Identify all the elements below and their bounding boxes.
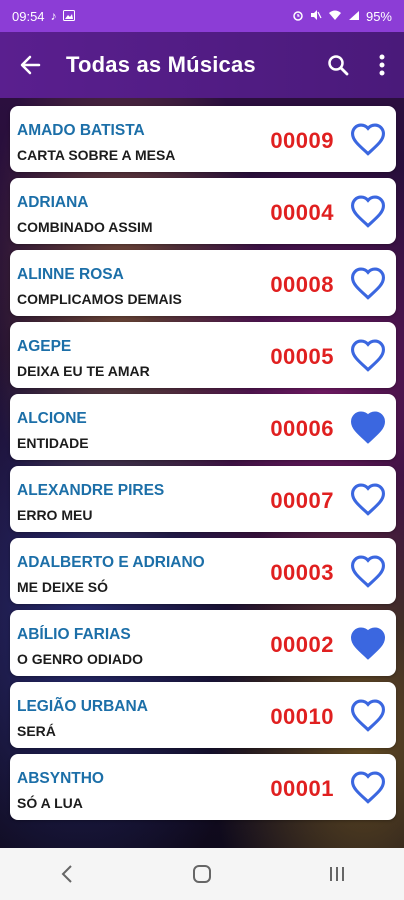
image-icon (62, 9, 75, 24)
back-button[interactable] (0, 32, 60, 98)
song-card[interactable]: ADRIANA COMBINADO ASSIM 00004 (10, 178, 396, 244)
song-artist: ABÍLIO FARIAS (17, 626, 131, 643)
back-arrow-icon (20, 55, 41, 75)
song-card[interactable]: ALCIONE ENTIDADE 00006 (10, 394, 396, 460)
favorite-button[interactable] (349, 192, 387, 230)
signal-icon (348, 9, 360, 24)
song-title: COMBINADO ASSIM (17, 219, 153, 235)
song-list[interactable]: AMADO BATISTA CARTA SOBRE A MESA 00009 A… (0, 98, 404, 848)
song-code: 00003 (270, 560, 334, 585)
song-card[interactable]: ABSYNTHO SÓ A LUA 00001 (10, 754, 396, 820)
favorite-button[interactable] (349, 336, 387, 374)
song-code: 00008 (270, 272, 334, 297)
heart-outline-icon (350, 267, 386, 300)
status-right: 95% (292, 9, 392, 24)
heart-outline-icon (350, 483, 386, 516)
song-card[interactable]: AGEPE DEIXA EU TE AMAR 00005 (10, 322, 396, 388)
heart-filled-icon (350, 411, 386, 444)
song-code: 00004 (270, 200, 334, 225)
song-title: ERRO MEU (17, 507, 93, 523)
song-code: 00010 (270, 704, 334, 729)
heart-outline-icon (350, 339, 386, 372)
song-code: 00005 (270, 344, 334, 369)
nav-back-button[interactable] (37, 848, 97, 900)
song-title: O GENRO ODIADO (17, 651, 144, 667)
tiktok-icon: ♪ (50, 9, 57, 23)
nav-recents-icon (329, 867, 344, 881)
nav-home-icon (192, 865, 211, 883)
song-artist: LEGIÃO URBANA (17, 698, 148, 715)
page-title: Todas as Músicas (66, 52, 256, 77)
status-time: 09:54 (12, 8, 45, 24)
song-title: CARTA SOBRE A MESA (17, 147, 176, 163)
song-card[interactable]: ABÍLIO FARIAS O GENRO ODIADO 00002 (10, 610, 396, 676)
more-vert-icon (379, 54, 385, 76)
heart-outline-icon (350, 123, 386, 156)
song-artist: AMADO BATISTA (17, 122, 145, 139)
favorite-button[interactable] (349, 264, 387, 302)
nav-back-icon (61, 865, 73, 883)
overflow-menu-button[interactable] (360, 32, 404, 98)
song-title: SÓ A LUA (17, 795, 83, 811)
song-title: SERÁ (17, 723, 56, 739)
song-card[interactable]: AMADO BATISTA CARTA SOBRE A MESA 00009 (10, 106, 396, 172)
song-code: 00006 (270, 416, 334, 441)
wifi-icon (328, 9, 342, 24)
alarm-icon (292, 9, 304, 24)
song-artist: ADRIANA (17, 194, 89, 211)
heart-filled-icon (350, 627, 386, 660)
search-icon (328, 55, 349, 76)
song-card[interactable]: ALEXANDRE PIRES ERRO MEU 00007 (10, 466, 396, 532)
battery-level: 95% (365, 8, 392, 24)
nav-home-button[interactable] (172, 848, 232, 900)
song-artist: ALCIONE (17, 410, 87, 427)
song-title: DEIXA EU TE AMAR (17, 363, 150, 379)
song-artist: ALEXANDRE PIRES (17, 482, 165, 499)
song-artist: AGEPE (17, 338, 72, 355)
song-card[interactable]: LEGIÃO URBANA SERÁ 00010 (10, 682, 396, 748)
song-title: COMPLICAMOS DEMAIS (17, 291, 182, 307)
song-card[interactable]: ADALBERTO E ADRIANO ME DEIXE SÓ 00003 (10, 538, 396, 604)
song-code: 00002 (270, 632, 334, 657)
favorite-button[interactable] (349, 480, 387, 518)
app-bar: Todas as Músicas (0, 32, 404, 98)
system-nav-bar (0, 848, 404, 900)
favorite-button[interactable] (349, 120, 387, 158)
song-artist: ABSYNTHO (17, 770, 104, 787)
song-title: ENTIDADE (17, 435, 89, 451)
search-button[interactable] (316, 32, 360, 98)
song-code: 00001 (270, 776, 334, 801)
favorite-button[interactable] (349, 408, 387, 446)
song-artist: ALINNE ROSA (17, 266, 124, 283)
heart-outline-icon (350, 699, 386, 732)
song-code: 00007 (270, 488, 334, 513)
song-card[interactable]: ALINNE ROSA COMPLICAMOS DEMAIS 00008 (10, 250, 396, 316)
heart-outline-icon (350, 195, 386, 228)
heart-outline-icon (350, 771, 386, 804)
nav-recents-button[interactable] (307, 848, 367, 900)
favorite-button[interactable] (349, 552, 387, 590)
favorite-button[interactable] (349, 768, 387, 806)
favorite-button[interactable] (349, 624, 387, 662)
status-bar: 09:54 ♪ 95% (0, 0, 404, 32)
status-left: 09:54 ♪ (12, 9, 75, 24)
favorite-button[interactable] (349, 696, 387, 734)
song-code: 00009 (270, 128, 334, 153)
song-title: ME DEIXE SÓ (17, 579, 109, 595)
mute-icon (310, 9, 322, 24)
song-artist: ADALBERTO E ADRIANO (17, 554, 205, 571)
heart-outline-icon (350, 555, 386, 588)
